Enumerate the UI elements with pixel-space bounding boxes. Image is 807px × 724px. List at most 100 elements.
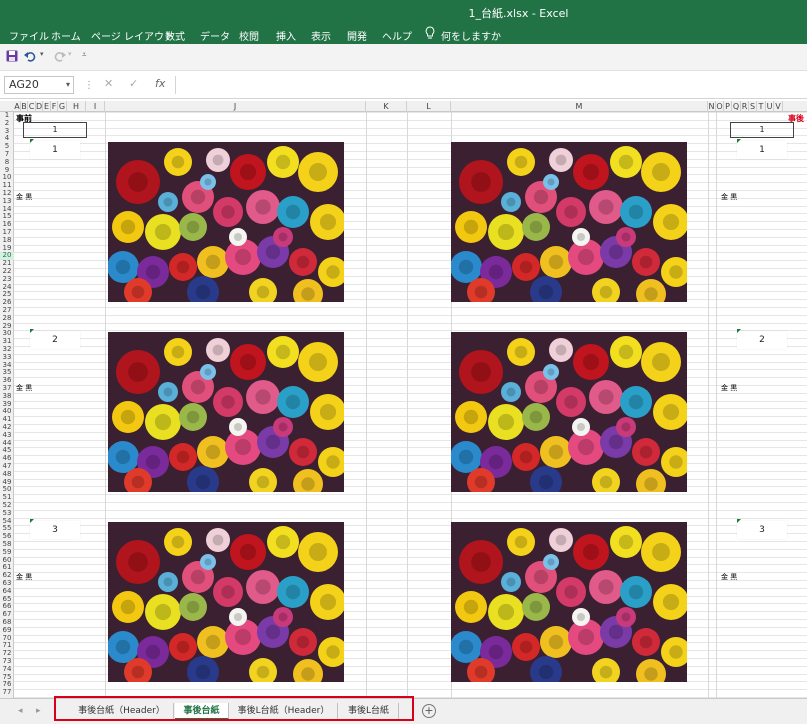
column-header[interactable]: F [51, 101, 58, 112]
column-header[interactable]: B [21, 101, 28, 112]
tab-review[interactable]: 校閲 [239, 28, 259, 43]
add-sheet-icon[interactable]: + [422, 704, 436, 718]
column-header[interactable]: K [366, 101, 407, 112]
prev-sheet-icon[interactable]: ◂ [18, 706, 23, 716]
row-header[interactable]: 77 [0, 688, 14, 697]
save-icon[interactable] [6, 50, 18, 62]
section-number-left[interactable]: 1 [30, 139, 80, 159]
photo-right[interactable] [451, 522, 687, 682]
tab-data[interactable]: データ [200, 28, 230, 43]
grid-row-line [14, 119, 807, 121]
cancel-icon[interactable]: ✕ [104, 77, 113, 90]
tab-help[interactable]: ヘルプ [382, 28, 412, 43]
column-header[interactable]: Q [732, 101, 741, 112]
column-header[interactable]: G [58, 101, 67, 112]
tab-page-layout[interactable]: ページ レイアウト [91, 28, 174, 43]
photo-right[interactable] [451, 332, 687, 492]
column-header[interactable]: M [451, 101, 708, 112]
next-sheet-icon[interactable]: ▸ [36, 706, 41, 716]
metal-label-left: 金 黒 [16, 573, 33, 581]
grid-row-line [14, 502, 807, 503]
grid-row-line [14, 689, 807, 691]
section-number-text: 3 [759, 525, 765, 535]
tab-formulas[interactable]: 数式 [165, 28, 185, 43]
column-header[interactable]: I [86, 101, 105, 112]
flower-photo-image [108, 142, 344, 302]
column-header[interactable]: N [708, 101, 716, 112]
comment-marker-icon [30, 519, 34, 523]
name-box-value: AG20 [9, 78, 39, 91]
formula-input[interactable] [175, 76, 807, 94]
undo-icon[interactable] [24, 50, 38, 62]
section-number-text: 2 [759, 335, 765, 345]
title-bar: 1_台紙.xlsx - Excel [0, 0, 807, 24]
chevron-down-icon[interactable]: ▾ [66, 77, 70, 93]
formula-bar-grip-icon: ⋮ [84, 80, 94, 91]
photo-left[interactable] [108, 332, 344, 492]
tab-insert[interactable]: 挿入 [276, 28, 296, 43]
column-header[interactable]: J [105, 101, 366, 112]
metal-label-right: 金 黒 [721, 573, 738, 581]
column-header[interactable]: D [36, 101, 43, 112]
column-headers: ABCDEFGHIJKLMNOPQRSTUV [0, 101, 807, 112]
grid-row-line [14, 127, 807, 129]
column-header[interactable]: R [741, 101, 749, 112]
section-number-right[interactable]: 1 [737, 139, 787, 159]
metal-label-right: 金 黒 [721, 384, 738, 392]
column-header[interactable]: U [766, 101, 774, 112]
window-title: 1_台紙.xlsx - Excel [468, 7, 569, 20]
column-header[interactable]: H [67, 101, 86, 112]
grid-row-line [14, 307, 807, 308]
section-number-left[interactable]: 2 [30, 329, 80, 349]
lightbulb-icon [425, 26, 435, 39]
photo-right[interactable] [451, 142, 687, 302]
section-number-text: 1 [52, 145, 58, 155]
grid-column-line [407, 112, 408, 698]
column-header[interactable]: V [774, 101, 783, 112]
photo-left[interactable] [108, 522, 344, 682]
metal-label-left: 金 黒 [16, 384, 33, 392]
column-header[interactable]: A [14, 101, 21, 112]
column-header[interactable]: P [724, 101, 732, 112]
flower-photo-image [451, 332, 687, 492]
redo-icon[interactable] [52, 50, 66, 62]
grid-row-line [14, 322, 807, 324]
grid-column-line [105, 112, 106, 698]
right-number-box[interactable]: 1 [730, 122, 794, 138]
spreadsheet-grid[interactable]: ABCDEFGHIJKLMNOPQRSTUV 1 2 3 4 5 7 8 9 10 11 12 13 1… [0, 101, 807, 698]
tab-developer[interactable]: 開発 [347, 28, 367, 43]
grid-row-line [14, 135, 807, 137]
tab-home[interactable]: ホーム [51, 28, 81, 43]
column-header[interactable]: S [749, 101, 757, 112]
enter-icon[interactable]: ✓ [129, 77, 138, 90]
flower-photo-image [108, 332, 344, 492]
insert-function-icon[interactable]: fx [155, 77, 165, 90]
tell-me-search[interactable]: 何をしますか [441, 28, 501, 43]
column-header[interactable]: E [43, 101, 51, 112]
quick-access-toolbar: ▾ ▾ ⩡ [0, 44, 807, 71]
row-headers: 1 2 3 4 5 7 8 9 10 11 12 13 14 15 16 17 18 19 20 21 22 23 24 25… [0, 111, 14, 698]
photo-left[interactable] [108, 142, 344, 302]
flower-photo-image [451, 142, 687, 302]
column-header[interactable]: T [757, 101, 766, 112]
comment-marker-icon [30, 329, 34, 333]
grid-row-line [14, 494, 807, 496]
grid-row-line [14, 112, 807, 113]
comment-marker-icon [737, 329, 741, 333]
section-number-right[interactable]: 2 [737, 329, 787, 349]
left-number-box[interactable]: 1 [23, 122, 87, 138]
customize-icon[interactable]: ⩡ [82, 50, 87, 60]
name-box[interactable]: AG20 ▾ [4, 76, 74, 94]
tab-view[interactable]: 表示 [311, 28, 331, 43]
metal-label-left: 金 黒 [16, 193, 33, 201]
section-number-right[interactable]: 3 [737, 519, 787, 539]
tab-file[interactable]: ファイル [9, 28, 49, 43]
column-header[interactable]: O [716, 101, 724, 112]
section-number-left[interactable]: 3 [30, 519, 80, 539]
column-header[interactable]: C [28, 101, 36, 112]
undo-dropdown-icon[interactable]: ▾ [40, 50, 44, 58]
section-number-text: 2 [52, 335, 58, 345]
flower-photo-image [108, 522, 344, 682]
column-header[interactable]: L [407, 101, 451, 112]
section-number-text: 1 [759, 145, 765, 155]
